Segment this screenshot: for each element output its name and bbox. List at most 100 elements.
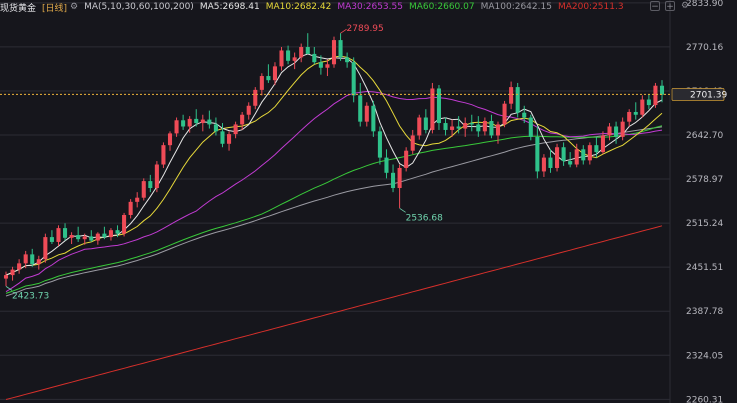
candle-body bbox=[450, 126, 455, 130]
candle-body bbox=[391, 172, 396, 189]
candle bbox=[220, 123, 225, 148]
candle-body bbox=[23, 254, 28, 264]
candle-body bbox=[463, 123, 468, 129]
candlestick-chart[interactable]: 2833.902770.162706.432642.702578.972515.… bbox=[0, 0, 737, 403]
candle bbox=[371, 100, 376, 137]
candle bbox=[587, 142, 592, 165]
candle-body bbox=[371, 105, 376, 132]
candle-body bbox=[299, 47, 304, 58]
candle-body bbox=[358, 95, 363, 122]
candle bbox=[246, 102, 251, 120]
candle-body bbox=[259, 76, 264, 90]
candle bbox=[548, 149, 553, 173]
candle bbox=[43, 233, 48, 263]
candle bbox=[76, 226, 81, 242]
candle bbox=[141, 178, 146, 201]
candle-body bbox=[482, 120, 487, 132]
candle-body bbox=[535, 136, 540, 172]
chart-header: 现货黄金 [日线] ⚙ MA(5,10,30,60,100,200) MA5:2… bbox=[0, 0, 630, 14]
candle-body bbox=[305, 47, 310, 54]
candle-body bbox=[266, 76, 271, 81]
candle-body bbox=[318, 62, 323, 68]
candle-body bbox=[220, 131, 225, 144]
candle-body bbox=[181, 120, 186, 127]
candle bbox=[535, 126, 540, 179]
candle-body bbox=[568, 161, 573, 165]
candle bbox=[640, 95, 645, 118]
settings-icon[interactable]: ⚙ bbox=[680, 1, 690, 11]
candle-body bbox=[489, 120, 494, 136]
candle bbox=[253, 87, 258, 110]
candle bbox=[10, 266, 15, 281]
current-price-label: 2701.39 bbox=[690, 90, 727, 100]
candle-body bbox=[325, 64, 330, 68]
candle-body bbox=[594, 145, 599, 153]
candle bbox=[417, 114, 422, 140]
candle bbox=[233, 121, 238, 139]
candle bbox=[331, 36, 337, 68]
candle-body bbox=[17, 263, 22, 270]
candle-body bbox=[384, 157, 389, 173]
y-axis-tick-label: 2515.24 bbox=[686, 219, 723, 229]
ma10-value: MA10:2682.42 bbox=[265, 2, 332, 12]
candle bbox=[528, 114, 533, 141]
candle-body bbox=[141, 181, 146, 198]
candle bbox=[148, 174, 153, 193]
candle bbox=[384, 149, 389, 179]
candle-body bbox=[292, 57, 297, 61]
candle bbox=[358, 82, 363, 127]
candle-body bbox=[207, 119, 212, 125]
candle bbox=[292, 52, 297, 70]
candle bbox=[17, 259, 22, 274]
candle-body bbox=[200, 119, 205, 124]
candle bbox=[502, 100, 507, 128]
ma30-line bbox=[5, 90, 663, 293]
candle bbox=[3, 271, 9, 287]
settings-icon[interactable]: ⚙ bbox=[70, 2, 78, 12]
candle bbox=[161, 142, 166, 168]
candle-body bbox=[561, 147, 566, 162]
candle-body bbox=[495, 124, 501, 136]
candle bbox=[627, 109, 632, 127]
candle bbox=[509, 81, 514, 110]
candle-body bbox=[614, 126, 619, 137]
period-label[interactable]: [日线] bbox=[42, 1, 67, 14]
candle-body bbox=[351, 62, 356, 96]
candle-body bbox=[345, 57, 350, 63]
candle-body bbox=[522, 112, 527, 118]
candle bbox=[154, 161, 159, 193]
candle bbox=[227, 131, 232, 151]
candle bbox=[489, 114, 494, 139]
candle-body bbox=[404, 150, 409, 168]
candle-body bbox=[338, 40, 343, 58]
candle-body bbox=[167, 133, 173, 146]
candle-body bbox=[469, 123, 474, 125]
candle-body bbox=[213, 124, 218, 132]
candle-body bbox=[659, 85, 665, 95]
candle bbox=[620, 117, 625, 141]
annotation-label: 2423.73 bbox=[12, 291, 49, 301]
candle bbox=[122, 212, 127, 237]
candle-body bbox=[331, 40, 337, 65]
candle bbox=[167, 131, 173, 151]
candle bbox=[430, 82, 435, 134]
candle-body bbox=[509, 87, 514, 104]
candle bbox=[63, 223, 68, 241]
candle-body bbox=[115, 230, 120, 234]
candle-body bbox=[30, 254, 35, 265]
candle-body bbox=[607, 126, 612, 136]
candle-body bbox=[548, 157, 553, 168]
annotation-label: 2789.95 bbox=[347, 24, 384, 34]
candle-body bbox=[135, 197, 140, 202]
zoom-out-icon[interactable]: − bbox=[650, 1, 660, 12]
candle-body bbox=[36, 259, 41, 265]
candle-body bbox=[574, 149, 579, 165]
candle bbox=[377, 126, 382, 165]
zoom-in-icon[interactable]: + bbox=[665, 1, 675, 12]
candle-body bbox=[63, 228, 68, 238]
y-axis-tick-label: 2578.97 bbox=[686, 175, 723, 185]
candle bbox=[135, 192, 140, 208]
ma5-value: MA5:2698.41 bbox=[199, 2, 260, 12]
candle bbox=[443, 117, 448, 136]
candle bbox=[174, 117, 179, 137]
